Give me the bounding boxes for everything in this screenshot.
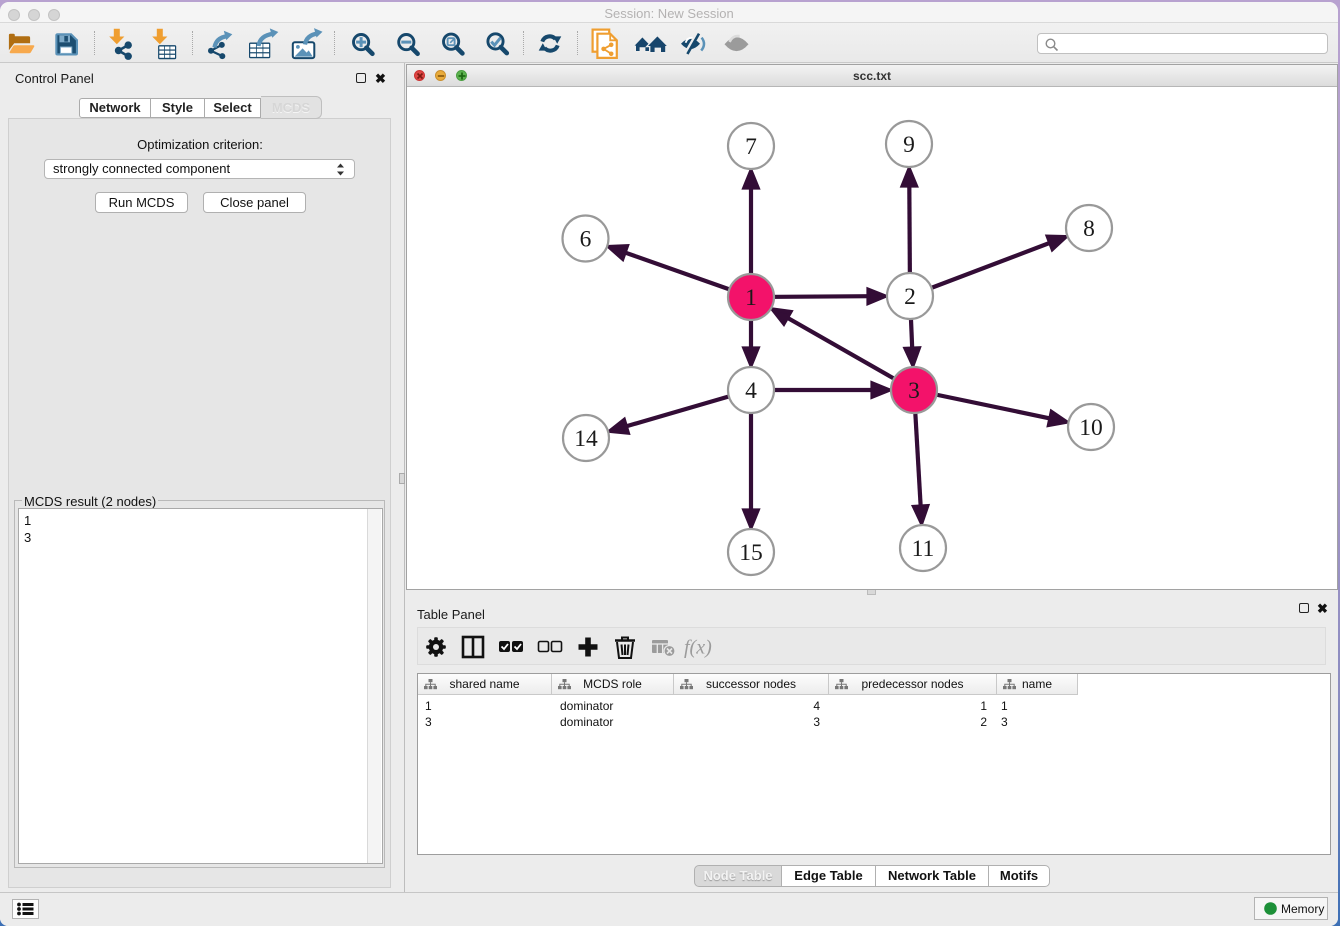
svg-text:10: 10 (1079, 415, 1103, 441)
svg-text:11: 11 (912, 536, 935, 562)
svg-text:7: 7 (745, 134, 757, 160)
svg-text:9: 9 (903, 132, 915, 158)
svg-text:1: 1 (745, 285, 757, 311)
svg-text:f(x): f(x) (684, 637, 712, 659)
svg-text:2: 2 (904, 284, 916, 310)
svg-text:3: 3 (908, 378, 920, 404)
svg-text:15: 15 (739, 540, 763, 566)
svg-text:8: 8 (1083, 216, 1095, 242)
svg-text:14: 14 (574, 426, 598, 452)
svg-text:4: 4 (745, 378, 757, 404)
svg-text:6: 6 (580, 227, 592, 253)
